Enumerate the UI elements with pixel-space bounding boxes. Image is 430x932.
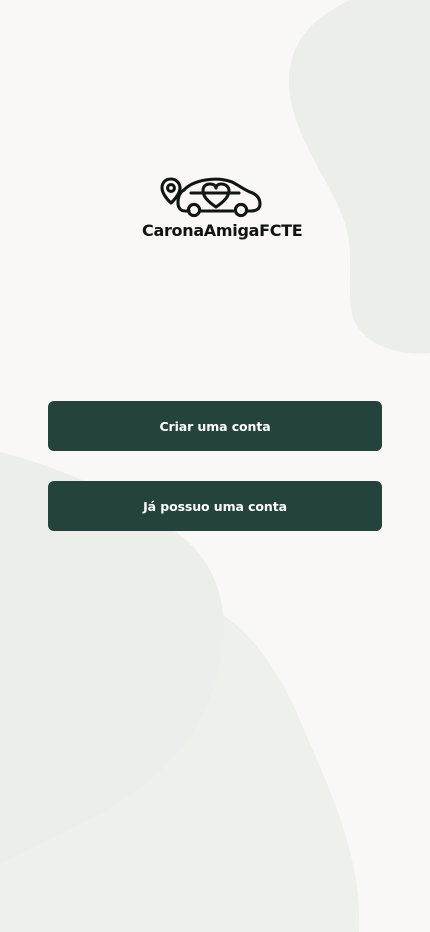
car-location-heart-icon	[160, 177, 262, 218]
login-button[interactable]: Já possuo uma conta	[48, 481, 382, 531]
create-account-button[interactable]: Criar uma conta	[48, 401, 382, 451]
app-logo: CaronaAmigaFCTE	[142, 172, 303, 242]
welcome-screen: CaronaAmigaFCTE Criar uma conta Já possu…	[0, 0, 430, 932]
app-name: CaronaAmigaFCTE	[142, 221, 303, 240]
